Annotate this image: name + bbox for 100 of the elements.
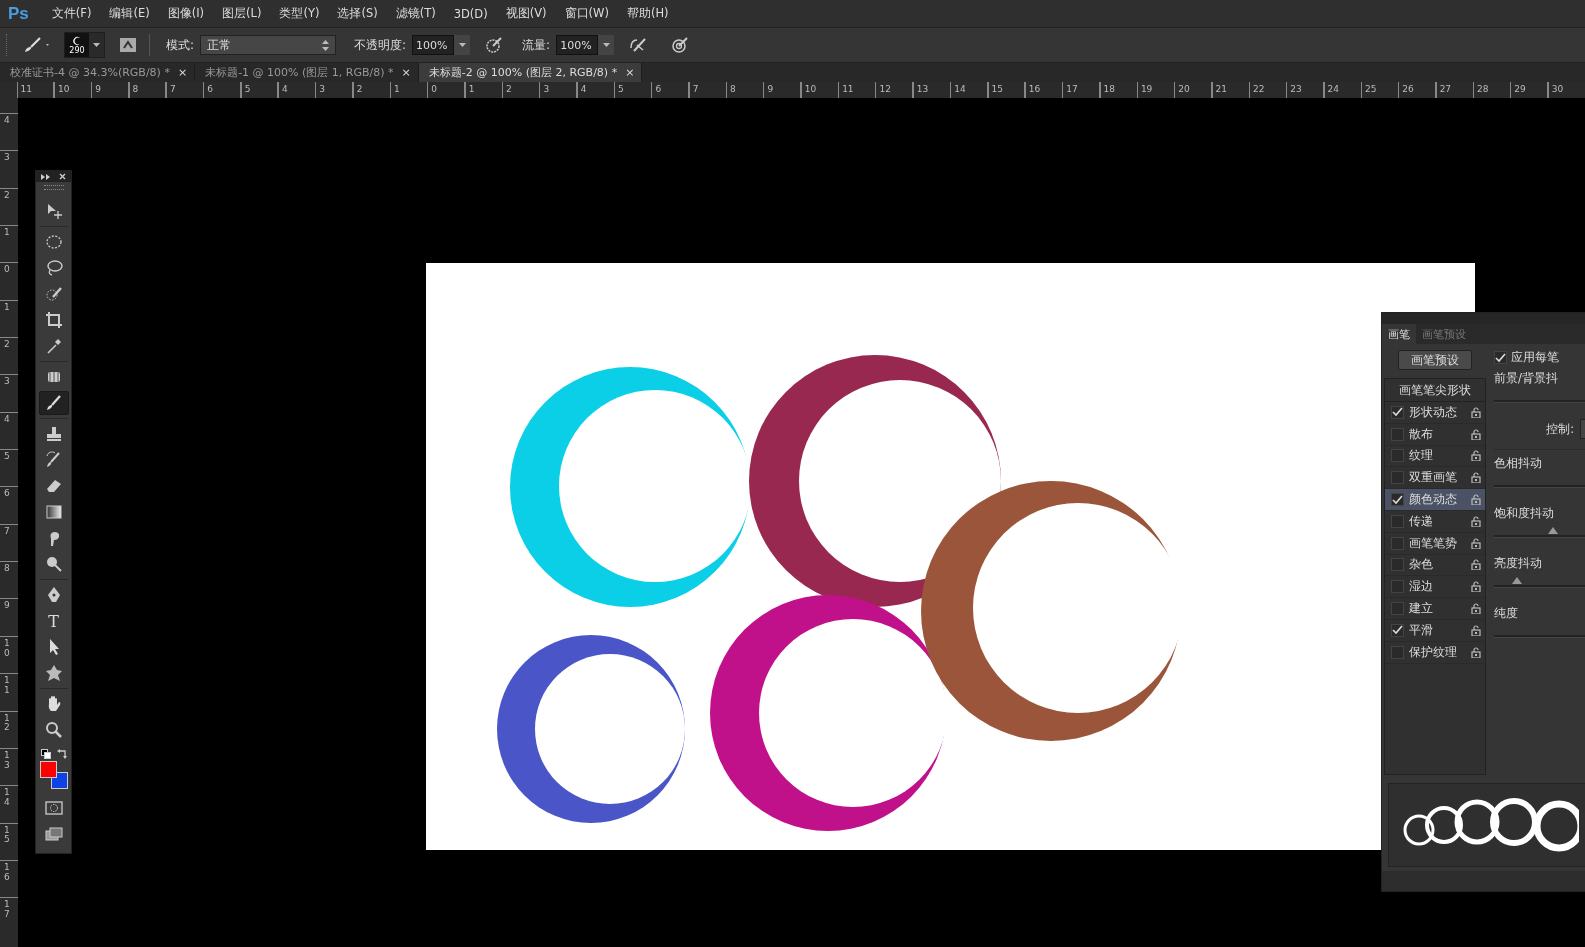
brush-option-row[interactable]: 杂色	[1385, 554, 1485, 577]
document-tab[interactable]: 未标题-2 @ 100% (图层 2, RGB/8) * ×	[418, 63, 643, 82]
brush-size-picker[interactable]: 290	[64, 32, 105, 58]
lock-icon[interactable]	[1471, 603, 1481, 615]
mode-label: 模式:	[166, 36, 195, 54]
flow-dropdown[interactable]	[598, 35, 615, 55]
close-icon[interactable]	[59, 173, 66, 180]
option-label: 纹理	[1409, 448, 1434, 464]
checkbox[interactable]	[1391, 471, 1404, 485]
menu-item[interactable]: 图像(I)	[158, 6, 213, 21]
ruler-label: 6	[4, 487, 10, 500]
checkbox[interactable]	[1391, 580, 1404, 594]
collapse-icon[interactable]	[41, 173, 50, 180]
checkbox[interactable]	[1391, 427, 1404, 441]
color-swatches[interactable]	[39, 761, 68, 789]
tool-button[interactable]: T	[38, 609, 69, 633]
lock-icon[interactable]	[1471, 646, 1481, 658]
ruler-label: 5	[244, 84, 251, 94]
checkbox[interactable]	[1391, 493, 1404, 507]
brush-option-row[interactable]: 颜色动态	[1385, 489, 1485, 511]
brush-option-row[interactable]: 保护纹理	[1385, 641, 1485, 664]
close-tab-button[interactable]: ×	[401, 66, 411, 79]
swap-arrows-icon[interactable]	[56, 749, 67, 759]
menu-item[interactable]: 滤镜(T)	[386, 6, 445, 21]
lock-icon[interactable]	[1471, 428, 1481, 440]
lock-icon[interactable]	[1471, 624, 1481, 636]
menu-item[interactable]: 视图(V)	[496, 6, 556, 21]
ruler-label: 9	[4, 599, 10, 612]
mask-icon	[44, 801, 63, 815]
ruler-label: 8	[4, 562, 10, 574]
lock-icon[interactable]	[1471, 515, 1481, 527]
menu-item[interactable]: 帮助(H)	[617, 6, 678, 21]
ruler-label: 7	[692, 84, 699, 94]
lock-icon[interactable]	[1471, 406, 1481, 418]
target-brush-icon[interactable]	[670, 35, 691, 55]
ruler-label: 24	[1327, 84, 1340, 94]
menu-item[interactable]: 类型(Y)	[270, 6, 329, 21]
panel-toggle-icon[interactable]	[119, 37, 137, 53]
brush-option-row[interactable]: 建立	[1385, 598, 1485, 620]
brush-option-row[interactable]: 形状动态	[1385, 402, 1485, 424]
checkbox[interactable]	[1494, 351, 1507, 364]
checkbox[interactable]	[1391, 449, 1404, 463]
ruler-label: 5	[4, 450, 10, 462]
close-tab-button[interactable]: ×	[177, 66, 188, 79]
ruler-label: 29	[1514, 84, 1526, 94]
lock-icon[interactable]	[1471, 537, 1481, 549]
ruler-label: 17	[4, 898, 10, 920]
brush-option-row[interactable]: 画笔笔势	[1385, 532, 1485, 555]
lock-icon[interactable]	[1471, 559, 1481, 571]
checkbox[interactable]	[1391, 405, 1404, 419]
caret-icon	[602, 42, 610, 48]
ruler-label: 4	[4, 114, 10, 126]
panel-tab[interactable]: 画笔	[1382, 324, 1416, 344]
lock-icon[interactable]	[1471, 450, 1481, 462]
ruler-label: 10	[57, 84, 70, 94]
lock-icon[interactable]	[1471, 581, 1481, 593]
opacity-dropdown[interactable]	[454, 35, 471, 55]
ruler-label: 1	[4, 300, 10, 313]
default-colors-icon[interactable]	[40, 749, 51, 759]
ruler-label: 1	[4, 226, 10, 238]
option-label: 杂色	[1409, 557, 1434, 573]
ruler-label: 19	[1140, 84, 1153, 94]
menu-item[interactable]: 图层(L)	[213, 6, 271, 21]
brush-tip-shape-item[interactable]: 画笔笔尖形状	[1385, 379, 1485, 402]
ruler-label: 9	[767, 84, 774, 94]
menu-item[interactable]: 编辑(E)	[100, 6, 159, 21]
brush-option-row[interactable]: 散布	[1385, 423, 1485, 446]
checkbox[interactable]	[1391, 514, 1404, 528]
checkbox[interactable]	[1391, 623, 1404, 637]
brush-presets-button[interactable]: 画笔预设	[1398, 350, 1472, 370]
brush-preset-picker[interactable]	[22, 35, 52, 55]
updown-icon	[322, 39, 330, 51]
menu-item[interactable]: 文件(F)	[42, 6, 101, 21]
brush-option-row[interactable]: 纹理	[1385, 445, 1485, 468]
mode-select[interactable]: 正常	[200, 35, 337, 55]
ruler-label: 23	[1290, 84, 1302, 94]
ruler-label: 14	[4, 786, 10, 808]
ruler-label: 5	[618, 84, 624, 94]
setting-label: 亮度抖动	[1494, 556, 1543, 571]
close-tab-button[interactable]: ×	[625, 66, 635, 79]
ruler-label: 2	[4, 338, 10, 350]
menu-item[interactable]: 选择(S)	[328, 6, 387, 21]
brush-option-row[interactable]: 传递	[1385, 511, 1485, 533]
flow-field[interactable]: 100%	[556, 35, 599, 55]
brush-option-row[interactable]: 平滑	[1385, 619, 1485, 642]
checkbox[interactable]	[1391, 645, 1404, 659]
tool-button[interactable]	[38, 391, 69, 415]
setting-label: 饱和度抖动	[1494, 506, 1555, 521]
menu-item[interactable]: 3D(D)	[444, 6, 497, 21]
menu-item[interactable]: 窗口(W)	[555, 6, 618, 21]
checkbox[interactable]	[1391, 558, 1404, 572]
opacity-field[interactable]: 100%	[412, 35, 455, 55]
brush-option-row[interactable]: 湿边	[1385, 576, 1485, 599]
checkbox[interactable]	[1391, 536, 1404, 550]
lock-icon[interactable]	[1471, 472, 1481, 484]
option-label: 形状动态	[1409, 404, 1458, 420]
lock-icon[interactable]	[1471, 494, 1481, 506]
pressure-icon[interactable]	[484, 35, 505, 55]
ruler-label: 17	[1066, 84, 1078, 94]
checkbox[interactable]	[1391, 602, 1404, 616]
